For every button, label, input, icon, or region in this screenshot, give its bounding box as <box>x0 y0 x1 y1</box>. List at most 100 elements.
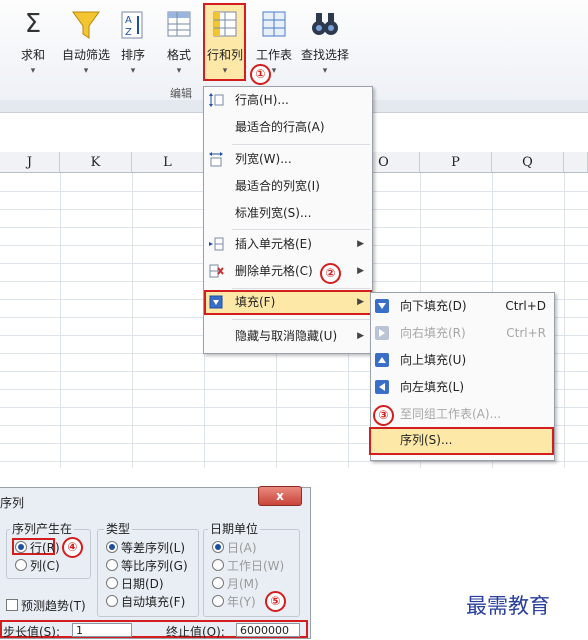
dropdown-arrow-icon: ▾ <box>130 66 136 76</box>
menu-item-fill-left[interactable]: 向左填充(L) <box>371 374 554 401</box>
column-header-l[interactable]: L <box>132 152 204 173</box>
format-button[interactable]: 格式 ▾ <box>162 4 196 76</box>
radio-month[interactable]: 月(M) <box>212 575 259 592</box>
sort-az-icon: AZ <box>121 11 143 39</box>
date-unit-legend: 日期单位 <box>208 520 261 537</box>
filter-icon <box>72 11 100 39</box>
svg-text:A: A <box>125 15 132 26</box>
submenu-arrow-icon: ▶ <box>357 331 364 341</box>
menu-separator <box>232 229 370 230</box>
marker-1: ① <box>250 64 271 85</box>
menu-item-series[interactable]: 序列(S)... <box>371 427 554 454</box>
column-header-k[interactable]: K <box>60 152 132 173</box>
sum-button[interactable]: Σ 求和 ▾ <box>16 4 50 76</box>
radio-dot-icon <box>212 541 224 553</box>
grid-column-line <box>564 173 565 468</box>
menu-item-row-height[interactable]: 行高(H)... <box>204 87 372 114</box>
radio-dot-icon <box>106 595 118 607</box>
column-header-q[interactable]: Q <box>492 152 564 173</box>
autofilter-button[interactable]: 自动筛选 ▾ <box>58 4 114 76</box>
menu-item-fill-up[interactable]: 向上填充(U) <box>371 347 554 374</box>
radio-dot-icon <box>212 577 224 589</box>
fill-down-icon <box>209 295 223 309</box>
menu-item-delete-cells[interactable]: 删除单元格(C) ▶ <box>204 258 372 285</box>
dropdown-arrow-icon: ▾ <box>83 66 89 76</box>
row-column-icon <box>213 11 237 37</box>
menu-item-fill[interactable]: 填充(F) ▶ <box>204 289 372 316</box>
menu-item-column-width[interactable]: 列宽(W)... <box>204 146 372 173</box>
menu-item-hide-unhide[interactable]: 隐藏与取消隐藏(U) ▶ <box>204 323 372 350</box>
series-in-legend: 序列产生在 <box>10 520 75 537</box>
menu-item-insert-cells[interactable]: 插入单元格(E) ▶ <box>204 231 372 258</box>
submenu-arrow-icon: ▶ <box>357 297 364 307</box>
dropdown-arrow-icon: ▾ <box>30 66 36 76</box>
grid-column-line <box>132 173 133 468</box>
close-button[interactable]: x <box>258 486 302 506</box>
dropdown-arrow-icon: ▾ <box>176 66 182 76</box>
menu-item-fill-right[interactable]: 向右填充(R) Ctrl+R <box>371 320 554 347</box>
marker-3: ③ <box>373 405 394 426</box>
svg-text:Z: Z <box>125 27 132 38</box>
sigma-icon: Σ <box>24 9 42 39</box>
watermark: 最需教育 <box>466 594 550 618</box>
step-input[interactable]: 1 <box>72 623 132 637</box>
checkbox-icon <box>6 599 18 611</box>
dropdown-arrow-icon: ▾ <box>222 66 228 76</box>
menu-item-fill-down[interactable]: 向下填充(D) Ctrl+D <box>371 293 554 320</box>
fill-left-icon <box>375 380 389 394</box>
column-width-icon <box>209 152 223 167</box>
group-label-edit: 编辑 <box>170 87 192 100</box>
radio-dot-icon <box>212 559 224 571</box>
dialog-title: 序列 <box>0 496 25 510</box>
radio-dot-icon <box>106 577 118 589</box>
menu-separator <box>232 144 370 145</box>
marker-5: ⑤ <box>265 591 286 612</box>
checkbox-trend[interactable]: 预测趋势(T) <box>6 597 86 614</box>
step-label: 步长值(S): <box>3 625 61 639</box>
radio-weekday[interactable]: 工作日(W) <box>212 557 284 574</box>
fill-submenu: 向下填充(D) Ctrl+D 向右填充(R) Ctrl+R 向上填充(U) 向左… <box>369 292 555 461</box>
grid-column-line <box>60 173 61 468</box>
binoculars-icon <box>312 13 338 35</box>
marker-4: ④ <box>62 537 83 558</box>
radio-growth[interactable]: 等比序列(G) <box>106 557 188 574</box>
menu-separator <box>232 319 370 320</box>
radio-dot-icon <box>212 595 224 607</box>
find-select-button[interactable]: 查找选择 ▾ <box>300 4 350 76</box>
grid-row-line <box>0 461 588 462</box>
radio-day[interactable]: 日(A) <box>212 539 257 556</box>
stop-input[interactable]: 6000000 <box>236 623 300 637</box>
radio-column[interactable]: 列(C) <box>15 557 60 574</box>
column-header-j[interactable]: J <box>0 152 60 173</box>
submenu-arrow-icon: ▶ <box>357 266 364 276</box>
sort-button[interactable]: AZ 排序 ▾ <box>118 4 148 76</box>
menu-item-standard-width[interactable]: 标准列宽(S)... <box>204 200 372 227</box>
marker-2: ② <box>320 263 341 284</box>
radio-linear[interactable]: 等差序列(L) <box>106 539 185 556</box>
fill-down-icon <box>375 299 389 313</box>
radio-year[interactable]: 年(Y) <box>212 593 256 610</box>
menu-item-autofit-column-width[interactable]: 最适合的列宽(I) <box>204 173 372 200</box>
format-grid-icon <box>167 11 191 37</box>
fill-right-icon <box>375 326 389 340</box>
menu-item-autofit-row-height[interactable]: 最适合的行高(A) <box>204 114 372 141</box>
column-header-p[interactable]: P <box>420 152 492 173</box>
delete-cells-icon <box>209 264 224 278</box>
radio-row[interactable]: 行(R) <box>15 539 60 556</box>
row-column-button[interactable]: 行和列 ▾ <box>204 4 246 76</box>
radio-autofill[interactable]: 自动填充(F) <box>106 593 185 610</box>
radio-dot-icon <box>15 541 27 553</box>
radio-date[interactable]: 日期(D) <box>106 575 164 592</box>
radio-dot-icon <box>15 559 27 571</box>
column-header-next[interactable] <box>564 152 588 173</box>
fill-up-icon <box>375 353 389 367</box>
menu-item-across-worksheets[interactable]: 至同组工作表(A)... <box>371 401 554 428</box>
dropdown-arrow-icon: ▾ <box>322 66 328 76</box>
insert-cells-icon <box>209 237 224 251</box>
row-column-menu: 行高(H)... 最适合的行高(A) 列宽(W)... 最适合的列宽(I) 标准… <box>203 86 373 354</box>
type-legend: 类型 <box>104 520 133 537</box>
submenu-arrow-icon: ▶ <box>357 239 364 249</box>
radio-dot-icon <box>106 541 118 553</box>
stop-label: 终止值(O): <box>166 625 225 639</box>
worksheet-icon <box>262 11 286 37</box>
